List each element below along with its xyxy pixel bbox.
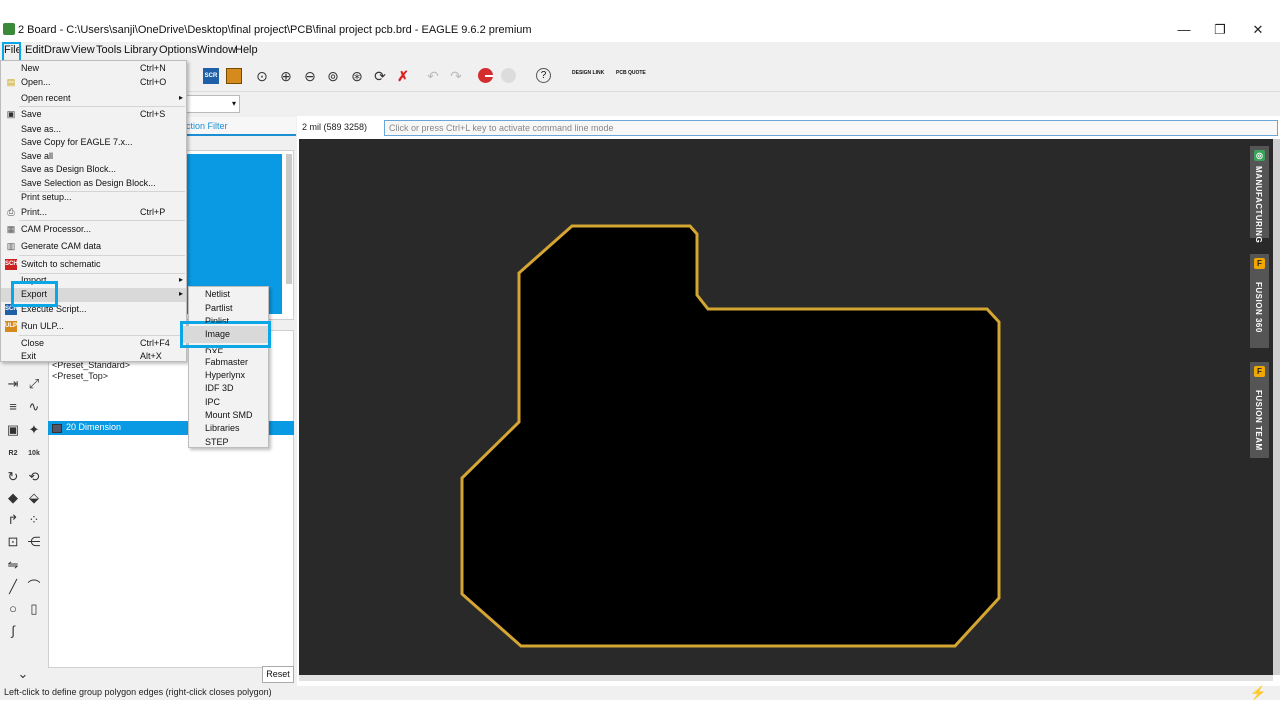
file-menu-print-setup[interactable]: Print setup... [1,191,186,205]
fusion-team-icon: F [1254,366,1265,377]
open-folder-icon: ▤ [6,77,16,87]
export-step[interactable]: STEP [205,437,229,447]
file-menu-print[interactable]: ⎙ Print... Ctrl+P [1,206,186,220]
export-idf-3d[interactable]: IDF 3D [205,383,234,393]
file-menu-save-all[interactable]: Save all [1,150,186,164]
file-menu-save-selection[interactable]: Save Selection as Design Block... [1,177,186,191]
export-libraries[interactable]: Libraries [205,423,240,433]
print-icon: ⎙ [7,207,15,217]
file-menu-cam-processor[interactable]: ▦ CAM Processor... [1,223,186,237]
fusion-360-icon: F [1254,258,1265,269]
file-menu-save-design-block[interactable]: Save as Design Block... [1,163,186,177]
export-fabmaster[interactable]: Fabmaster [205,357,248,367]
file-menu-save-copy[interactable]: Save Copy for EAGLE 7.x... [1,136,186,150]
menu-separator [19,106,185,107]
manufacturing-label: MANUFACTURING [1254,166,1263,244]
file-menu: New Ctrl+N ▤ Open... Ctrl+O Open recent ▸ ▣ S… [0,60,187,362]
export-mount-smd[interactable]: Mount SMD [205,410,253,420]
export-ipc[interactable]: IPC [205,397,220,407]
horizontal-scrollbar[interactable] [299,675,1273,681]
export-highlight [11,281,58,307]
fusion-360-label: FUSION 360 [1254,282,1263,333]
export-netlist[interactable]: Netlist [205,289,230,299]
export-image[interactable]: Image [205,329,230,339]
fusion-team-tab[interactable]: F FUSION TEAM [1250,362,1269,458]
menu-separator [19,220,185,221]
file-menu-save-as[interactable]: Save as... [1,123,186,137]
submenu-arrow-icon: ▸ [179,289,184,298]
save-icon: ▣ [6,109,16,119]
status-message: Left-click to define group polygon edges… [4,687,272,697]
file-menu-new[interactable]: New Ctrl+N [1,62,186,76]
export-pinlist[interactable]: Pinlist [205,316,229,323]
menu-separator [19,335,185,336]
file-menu-exit[interactable]: Exit Alt+X [1,350,186,364]
manufacturing-icon: ◎ [1254,150,1265,161]
board-outline [460,224,1001,648]
export-dxf[interactable]: DXF [205,347,223,353]
menu-separator [19,255,185,256]
file-menu-save[interactable]: ▣ Save Ctrl+S [1,108,186,122]
file-menu-generate-cam[interactable]: ▥ Generate CAM data [1,240,186,254]
export-hyperlynx[interactable]: Hyperlynx [205,370,245,380]
export-partlist[interactable]: Partlist [205,303,233,313]
fusion-team-label: FUSION TEAM [1254,390,1263,451]
file-menu-switch-schematic[interactable]: SCH Switch to schematic [1,258,186,272]
file-menu-close[interactable]: Close Ctrl+F4 [1,337,186,351]
manufacturing-tab[interactable]: ◎ MANUFACTURING [1250,146,1269,243]
right-scrollbar[interactable] [1273,139,1280,675]
submenu-arrow-icon: ▸ [179,93,184,102]
fusion-360-tab[interactable]: F FUSION 360 [1250,254,1269,348]
file-menu-open-recent[interactable]: Open recent ▸ [1,92,186,106]
submenu-arrow-icon: ▸ [179,275,184,284]
file-menu-run-ulp[interactable]: ULP Run ULP... [1,320,186,334]
file-menu-open[interactable]: ▤ Open... Ctrl+O [1,76,186,90]
lightning-icon[interactable]: ⚡ [1250,685,1266,701]
cam-data-icon: ▥ [6,241,16,251]
cam-icon: ▦ [6,224,16,234]
schematic-icon: SCH [5,259,18,270]
ulp-icon: ULP [5,321,17,332]
